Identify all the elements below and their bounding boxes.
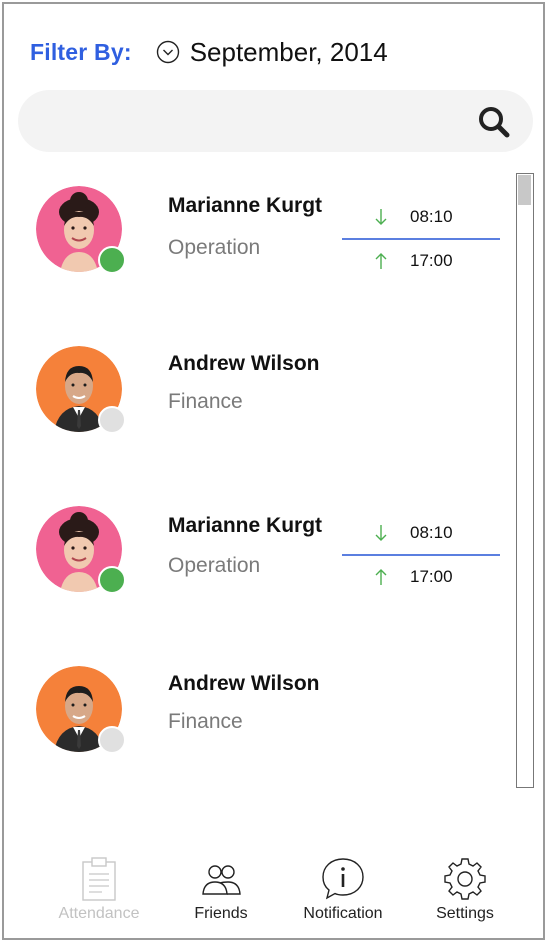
arrow-down-icon (375, 209, 387, 225)
gear-icon (444, 858, 486, 900)
filter-label: Filter By: (30, 38, 132, 65)
friends-icon (202, 865, 241, 895)
employee-name: Andrew Wilson (168, 672, 320, 695)
employee-department: Finance (168, 710, 243, 733)
nav-attendance[interactable]: Attendance (44, 850, 154, 930)
time-out-value: 17:00 (410, 251, 453, 270)
bottom-nav: Attendance Friends Notification Settings (4, 850, 543, 938)
clipboard-icon (82, 857, 116, 901)
list-item[interactable]: Andrew Wilson Finance (4, 658, 514, 768)
time-out: 17:00 (342, 562, 500, 592)
employee-name: Marianne Kurgt (168, 514, 323, 537)
status-online-dot (98, 246, 126, 274)
search-bar (18, 90, 533, 152)
nav-label: Notification (303, 905, 383, 922)
employee-name: Marianne Kurgt (168, 194, 323, 217)
time-in: 08:10 (342, 518, 500, 548)
filter-row: Filter By: September, 2014 (30, 32, 388, 72)
status-offline-dot (98, 406, 126, 434)
app-frame: Filter By: September, 2014 Marianne Kurg… (2, 2, 545, 940)
time-in-value: 08:10 (410, 523, 453, 542)
employee-name: Andrew Wilson (168, 352, 320, 375)
status-offline-dot (98, 726, 126, 754)
nav-label: Friends (194, 905, 248, 922)
nav-friends[interactable]: Friends (166, 850, 276, 930)
avatar-container (36, 666, 126, 756)
employee-department: Operation (168, 236, 261, 259)
avatar-container (36, 346, 126, 436)
info-bubble-icon (322, 858, 364, 900)
employee-department: Operation (168, 554, 261, 577)
time-out: 17:00 (342, 246, 500, 276)
nav-settings[interactable]: Settings (410, 850, 520, 930)
time-divider (342, 554, 500, 556)
arrow-up-icon (375, 569, 387, 585)
list-item[interactable]: Marianne Kurgt Operation 08:10 17:00 (4, 498, 514, 608)
arrow-up-icon (375, 253, 387, 269)
chevron-down-circle-icon (156, 40, 179, 64)
time-in: 08:10 (342, 202, 500, 232)
avatar-container (36, 186, 126, 276)
arrow-down-icon (375, 525, 387, 541)
time-divider (342, 238, 500, 240)
list-scrollbar[interactable] (516, 173, 534, 788)
nav-notification[interactable]: Notification (288, 850, 398, 930)
time-out-value: 17:00 (410, 567, 453, 586)
employee-list: Marianne Kurgt Operation 08:10 17:00 And… (4, 172, 514, 792)
scrollbar-thumb[interactable] (518, 175, 531, 205)
time-in-value: 08:10 (410, 207, 453, 226)
attendance-times: 08:10 17:00 (342, 198, 500, 278)
search-input[interactable] (40, 90, 460, 152)
nav-label: Settings (436, 905, 494, 922)
list-item[interactable]: Marianne Kurgt Operation 08:10 17:00 (4, 178, 514, 288)
status-online-dot (98, 566, 126, 594)
attendance-times: 08:10 17:00 (342, 514, 500, 594)
month-selector[interactable]: September, 2014 (156, 37, 388, 68)
nav-label: Attendance (58, 905, 140, 922)
avatar-container (36, 506, 126, 596)
month-value: September, 2014 (189, 36, 388, 67)
search-icon[interactable] (477, 105, 511, 139)
list-item[interactable]: Andrew Wilson Finance (4, 338, 514, 448)
employee-department: Finance (168, 390, 243, 413)
